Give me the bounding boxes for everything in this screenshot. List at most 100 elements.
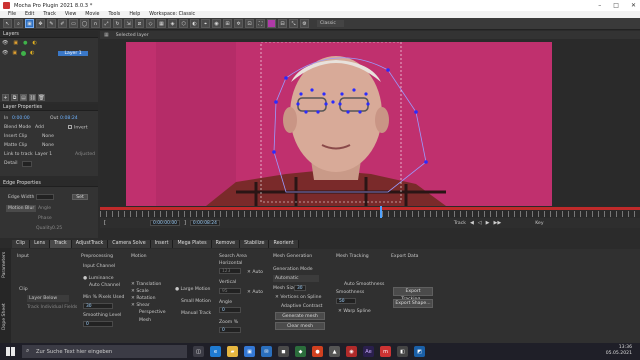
layer-color-icon[interactable]	[21, 50, 27, 56]
rotation-checkbox[interactable]: ✕ Rotation	[131, 296, 156, 301]
link-layer-icon[interactable]: ⛓	[29, 94, 36, 101]
taskbar-date[interactable]: 05.05.2021	[606, 351, 632, 357]
zoom-field[interactable]: 0	[219, 327, 241, 333]
surface-tool-icon[interactable]: ◇	[146, 19, 155, 28]
menu-edit[interactable]: Edit	[25, 12, 34, 17]
auto-vertical-checkbox[interactable]: ✕ Auto	[247, 290, 263, 295]
tab-remove[interactable]: Remove	[211, 240, 241, 248]
mocha-icon[interactable]: m	[380, 346, 391, 357]
app-icon-4[interactable]: ▲	[329, 346, 340, 357]
generate-mesh-button[interactable]: Generate mesh	[275, 312, 325, 320]
color-icon[interactable]: ●	[23, 40, 27, 46]
track-forward-icon[interactable]: ▶▶	[494, 220, 502, 226]
track-individual-fields-checkbox[interactable]: Track Individual Fields	[27, 305, 77, 310]
app-icon-3[interactable]: ●	[312, 346, 323, 357]
selected-layer-select[interactable]: Selected layer	[116, 33, 149, 38]
magnet-tool-icon[interactable]: ∩	[91, 19, 100, 28]
grid-tool-icon[interactable]: ▦	[157, 19, 166, 28]
motion-blur-button[interactable]: Motion Blur	[6, 205, 37, 212]
mesh-checkbox[interactable]: Mesh	[139, 318, 151, 323]
manual-track-radio[interactable]: Manual Track	[181, 311, 211, 316]
explorer-icon[interactable]: ▰	[227, 346, 238, 357]
settings-icon[interactable]: ⚙	[300, 19, 309, 28]
horizontal-field[interactable]: 123	[219, 268, 241, 274]
menu-workspace[interactable]: Workspace: Classic	[149, 12, 195, 17]
pointer-tool-icon[interactable]: ↖	[3, 19, 12, 28]
timeline-range[interactable]	[100, 207, 640, 210]
mesh-tool-icon[interactable]: ⬡	[179, 19, 188, 28]
after-effects-icon[interactable]: Ae	[363, 346, 374, 357]
layer-name[interactable]: Layer 1	[58, 50, 88, 56]
menu-tools[interactable]: Tools	[108, 12, 120, 17]
shear-checkbox[interactable]: ✕ Shear	[131, 303, 150, 308]
perspective-checkbox[interactable]: Perspective	[139, 310, 166, 315]
layer-matte-icon[interactable]: ◐	[30, 50, 34, 56]
maximize-icon[interactable]: □	[613, 2, 619, 9]
scale-tool-icon[interactable]: ⇲	[124, 19, 133, 28]
taskbar-search[interactable]: ⌕ Zur Suche Text hier eingeben	[22, 345, 187, 358]
side-tab-dope-sheet[interactable]: Dope Sheet	[2, 303, 7, 330]
blend-mode-select[interactable]: Add	[35, 125, 44, 130]
view-tool-icon[interactable]: ◉	[212, 19, 221, 28]
tab-adjusttrack[interactable]: AdjustTrack	[71, 240, 109, 248]
viewer-area[interactable]: ▦ Selected layer	[100, 31, 640, 206]
link-to-track-select[interactable]: Layer 1	[35, 152, 52, 157]
layer-visible-icon[interactable]: 👁	[2, 50, 8, 56]
tab-track[interactable]: Track	[50, 240, 72, 248]
out-point-icon[interactable]: ]	[184, 220, 186, 226]
xspline-tool-icon[interactable]: ✐	[58, 19, 67, 28]
playhead[interactable]	[380, 206, 382, 218]
app-icon-7[interactable]: ◩	[414, 346, 425, 357]
pan-tool-icon[interactable]: ✥	[36, 19, 45, 28]
workspace-select[interactable]: Classic	[317, 20, 344, 27]
app-icon-6[interactable]: ◧	[397, 346, 408, 357]
snap-tool-icon[interactable]: ⌖	[201, 19, 210, 28]
menu-help[interactable]: Help	[129, 12, 140, 17]
tab-camera-solve[interactable]: Camera Solve	[108, 240, 151, 248]
store-icon[interactable]: ▣	[244, 346, 255, 357]
rect-tool-icon[interactable]: ▭	[69, 19, 78, 28]
timeline-ruler[interactable]	[100, 211, 640, 217]
menu-track[interactable]: Track	[43, 12, 56, 17]
zoom-tool-icon[interactable]: ⌕	[14, 19, 23, 28]
smoothing-field[interactable]: 0	[83, 321, 113, 327]
scale-checkbox[interactable]: ✕ Scale	[131, 289, 149, 294]
adaptive-contrast-checkbox[interactable]: Adaptive Contrast	[281, 304, 322, 309]
lock-icon[interactable]: ▣	[13, 40, 18, 46]
insert-clip-select[interactable]: None	[42, 134, 54, 139]
timeline-bar[interactable]	[100, 206, 640, 218]
tab-stabilize[interactable]: Stabilize	[240, 240, 270, 248]
app-icon-5[interactable]: ◉	[346, 346, 357, 357]
vertices-on-spline-checkbox[interactable]: ✕ Vertices on Spline	[275, 295, 321, 300]
eye-icon[interactable]: 👁	[2, 40, 8, 46]
close-icon[interactable]: ✕	[631, 2, 636, 9]
adjusted-checkbox[interactable]: Adjusted	[75, 152, 95, 157]
translation-checkbox[interactable]: ✕ Translation	[131, 282, 161, 287]
duplicate-layer-icon[interactable]: ⧉	[11, 94, 18, 101]
export-tracking-button[interactable]: Export Tracking...	[393, 287, 433, 302]
reference-tool-icon[interactable]: ◈	[168, 19, 177, 28]
layer-lock-icon[interactable]: ▣	[12, 50, 17, 56]
add-layer-icon[interactable]: +	[2, 94, 9, 101]
ellipse-tool-icon[interactable]: ◯	[80, 19, 89, 28]
skew-tool-icon[interactable]: ⧄	[135, 19, 144, 28]
matte-icon[interactable]: ◐	[32, 40, 36, 46]
export-shape-button[interactable]: Export Shape...	[393, 299, 433, 308]
app-icon-1[interactable]: ◼	[278, 346, 289, 357]
in-point-icon[interactable]: [	[104, 220, 106, 226]
tab-insert[interactable]: Insert	[150, 240, 174, 248]
side-tab-parameters[interactable]: Parameters	[2, 252, 7, 278]
vertical-field[interactable]: 95	[219, 288, 241, 294]
warp-spline-checkbox[interactable]: ✕ Warp Spline	[338, 309, 371, 314]
windows-start-icon[interactable]	[6, 347, 15, 356]
edge-icon[interactable]: e	[210, 346, 221, 357]
invert-checkbox[interactable]: Invert	[68, 125, 88, 131]
auto-horizontal-checkbox[interactable]: ✕ Auto	[247, 270, 263, 275]
menu-file[interactable]: File	[8, 12, 16, 17]
minimize-icon[interactable]: –	[598, 2, 601, 9]
layer-row[interactable]: 👁 ▣ ◐ Layer 1	[2, 49, 96, 57]
menu-movie[interactable]: Movie	[85, 12, 99, 17]
select-tool-icon[interactable]: ▣	[25, 19, 34, 28]
auto-smoothness-checkbox[interactable]: Auto Smoothness	[344, 282, 384, 287]
end-time-field[interactable]: 0:00:08:24	[189, 220, 220, 226]
